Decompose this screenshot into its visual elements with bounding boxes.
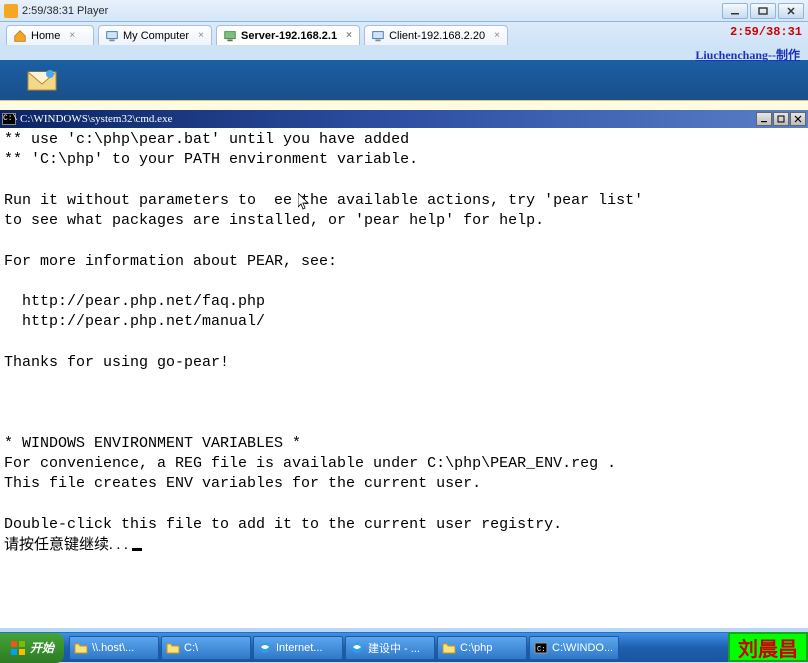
server-icon [223, 29, 237, 43]
desktop-background [0, 60, 808, 100]
tab-label: Home [31, 30, 60, 42]
tab-close-icon[interactable]: × [66, 30, 78, 42]
mail-icon[interactable] [26, 68, 58, 92]
windows-flag-icon [10, 640, 26, 656]
taskbar-item-label: 建设中 - ... [368, 640, 420, 656]
ie-icon [350, 641, 364, 655]
start-button[interactable]: 开始 [0, 633, 64, 663]
recording-timer: 2:59/38:31 [730, 25, 802, 39]
player-titlebar: 2:59/38:31 Player [0, 0, 808, 22]
close-button[interactable] [778, 3, 804, 19]
home-icon [13, 29, 27, 43]
cmd-titlebar[interactable]: C:\ C:\WINDOWS\system32\cmd.exe [0, 110, 808, 128]
author-credit: Liuchenchang--制作 [0, 46, 808, 60]
taskbar-item-jianshe[interactable]: 建设中 - ... [345, 636, 435, 660]
player-title-text: 2:59/38:31 Player [22, 5, 108, 17]
taskbar-item-label: \\.host\... [92, 642, 134, 654]
folder-icon [442, 641, 456, 655]
window-controls [722, 3, 804, 19]
tab-server[interactable]: Server-192.168.2.1 × [216, 25, 360, 45]
start-label: 开始 [30, 639, 54, 656]
folder-icon [74, 641, 88, 655]
taskbar-item-cmd[interactable]: C: C:\WINDO... [529, 636, 619, 660]
background-window-hint [0, 100, 808, 110]
cmd-window-controls [756, 112, 806, 126]
tab-label: Client-192.168.2.20 [389, 30, 485, 42]
taskbar-item-label: Internet... [276, 642, 322, 654]
cmd-icon: C:\ [2, 113, 16, 125]
tab-client[interactable]: Client-192.168.2.20 × [364, 25, 508, 45]
cmd-terminal[interactable]: ** use 'c:\php\pear.bat' until you have … [0, 128, 808, 628]
cmd-title-area: C:\ C:\WINDOWS\system32\cmd.exe [2, 113, 172, 125]
maximize-button[interactable] [750, 3, 776, 19]
cmd-icon: C: [534, 641, 548, 655]
cmd-maximize-button[interactable] [773, 112, 789, 126]
ie-icon [258, 641, 272, 655]
computer-icon [105, 29, 119, 43]
tab-label: Server-192.168.2.1 [241, 30, 337, 42]
svg-text:C:: C: [537, 646, 545, 654]
client-icon [371, 29, 385, 43]
tab-my-computer[interactable]: My Computer × [98, 25, 212, 45]
cmd-minimize-button[interactable] [756, 112, 772, 126]
tab-label: My Computer [123, 30, 189, 42]
folder-icon [166, 641, 180, 655]
player-icon [4, 4, 18, 18]
tab-close-icon[interactable]: × [195, 30, 207, 42]
taskbar-item-php[interactable]: C:\php [437, 636, 527, 660]
taskbar-item-c-drive[interactable]: C:\ [161, 636, 251, 660]
cmd-close-button[interactable] [790, 112, 806, 126]
player-title-area: 2:59/38:31 Player [4, 4, 108, 18]
cmd-title-text: C:\WINDOWS\system32\cmd.exe [20, 113, 172, 125]
terminal-prompt-cn: 请按任意键继续. . . [4, 537, 132, 553]
watermark-overlay: 刘晨昌 [728, 632, 808, 662]
taskbar-item-label: C:\WINDO... [552, 642, 613, 654]
terminal-output: ** use 'c:\php\pear.bat' until you have … [4, 131, 643, 533]
browser-tabstrip: Home × My Computer × Server-192.168.2.1 … [0, 22, 808, 46]
minimize-button[interactable] [722, 3, 748, 19]
cursor-icon [132, 548, 142, 551]
taskbar: 开始 \\.host\... C:\ Internet... 建设中 - ...… [0, 632, 808, 662]
taskbar-item-label: C:\php [460, 642, 492, 654]
taskbar-item-host[interactable]: \\.host\... [69, 636, 159, 660]
tab-home[interactable]: Home × [6, 25, 94, 45]
taskbar-item-label: C:\ [184, 642, 198, 654]
tab-close-icon[interactable]: × [343, 30, 355, 42]
tab-close-icon[interactable]: × [491, 30, 503, 42]
taskbar-item-internet[interactable]: Internet... [253, 636, 343, 660]
